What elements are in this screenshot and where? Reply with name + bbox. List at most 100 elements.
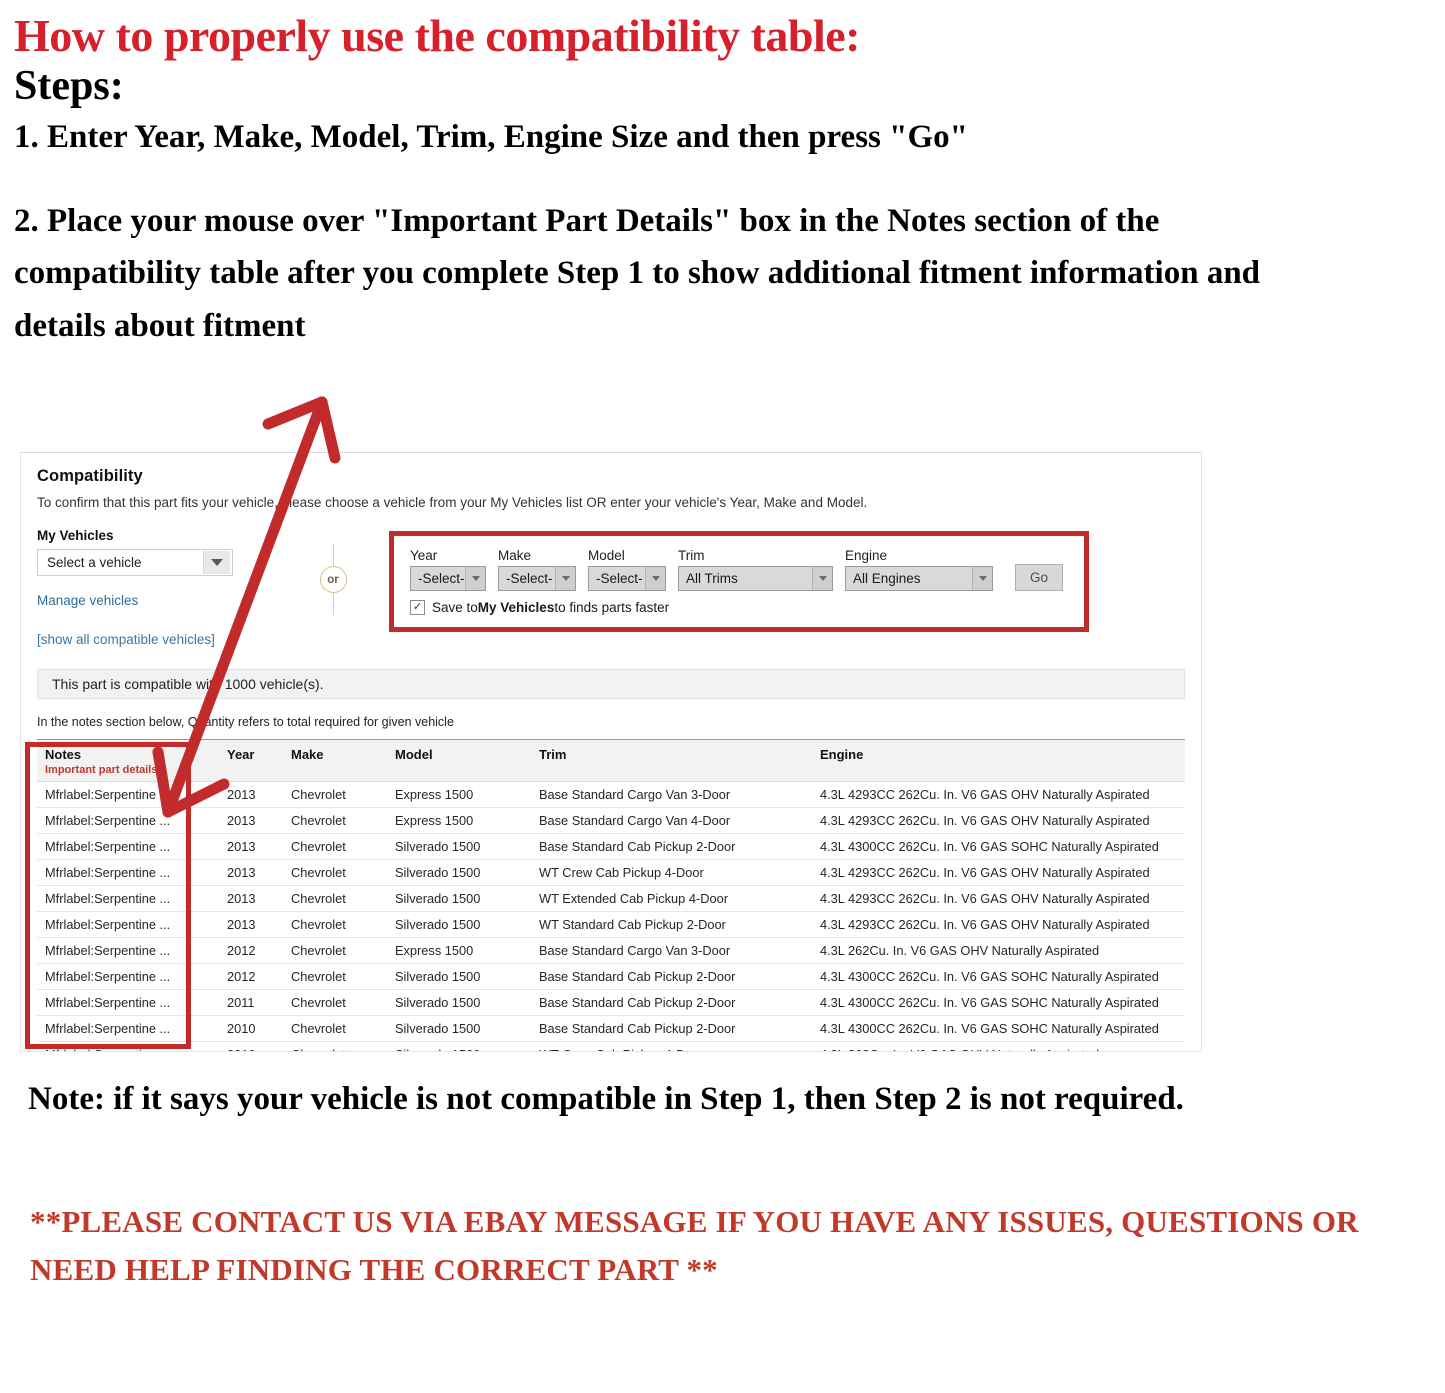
compatibility-table: Notes Important part details Year Make M…	[37, 739, 1185, 1051]
cell-model: Silverado 1500	[387, 859, 531, 886]
cell-model: Silverado 1500	[387, 963, 531, 990]
model-value: -Select-	[596, 571, 643, 586]
cell-notes: Mfrlabel:Serpentine ...	[37, 1015, 219, 1042]
cell-engine: 4.3L 4300CC 262Cu. In. V6 GAS SOHC Natur…	[812, 833, 1185, 860]
cell-notes: Mfrlabel:Serpentine ...	[37, 911, 219, 938]
cell-year: 2013	[219, 781, 283, 808]
engine-field-group: Engine All Engines	[845, 548, 993, 591]
cell-make: Chevrolet	[283, 1041, 387, 1051]
table-row[interactable]: Mfrlabel:Serpentine ... 2013 Chevrolet Expr…	[37, 781, 1185, 808]
cell-trim: Base Standard Cab Pickup 2-Door	[531, 833, 812, 860]
table-row[interactable]: Mfrlabel:Serpentine ...2010ChevroletSilv…	[37, 1041, 1185, 1051]
cell-trim: WT Standard Cab Pickup 2-Door	[531, 911, 812, 938]
cell-year: 2010	[219, 1041, 283, 1051]
table-row[interactable]: Mfrlabel:Serpentine ... 2013 Chevrolet Silv…	[37, 911, 1185, 938]
header-make: Make	[283, 739, 387, 782]
cell-engine: 4.3L 4293CC 262Cu. In. V6 GAS OHV Natura…	[812, 885, 1185, 912]
table-row[interactable]: Mfrlabel:Serpentine ... 2012 Chevrolet Silv…	[37, 963, 1185, 990]
chevron-down-icon	[645, 567, 665, 590]
table-row[interactable]: Mfrlabel:Serpentine ... 2012 Chevrolet Expr…	[37, 937, 1185, 964]
cell-engine: 4.3L 4293CC 262Cu. In. V6 GAS OHV Natura…	[812, 807, 1185, 834]
cell-engine: 4.3L 4300CC 262Cu. In. V6 GAS SOHC Natur…	[812, 989, 1185, 1016]
or-line-top	[332, 544, 334, 566]
steps-label: Steps:	[14, 63, 124, 110]
cell-trim: Base Standard Cab Pickup 2-Door	[531, 1015, 812, 1042]
cell-model: Silverado 1500	[387, 1015, 531, 1042]
engine-value: All Engines	[853, 571, 921, 586]
chevron-down-icon	[555, 567, 575, 590]
model-select[interactable]: -Select-	[588, 566, 666, 591]
cell-notes: Mfrlabel:Serpentine ...	[37, 807, 219, 834]
select-a-vehicle-value: Select a vehicle	[47, 555, 142, 570]
table-row[interactable]: Mfrlabel:Serpentine ... 2011 Chevrolet Silv…	[37, 989, 1185, 1016]
cell-notes: Mfrlabel:Serpentine ...	[37, 937, 219, 964]
make-field-group: Make -Select-	[498, 548, 576, 591]
table-row[interactable]: Mfrlabel:Serpentine ... 2013 Chevrolet Silv…	[37, 885, 1185, 912]
trim-select[interactable]: All Trims	[678, 566, 833, 591]
cell-make: Chevrolet	[283, 833, 387, 860]
table-bottom-mask	[21, 1054, 1201, 1074]
instructions-block: How to properly use the compatibility ta…	[0, 0, 1445, 352]
year-label: Year	[410, 548, 438, 563]
cell-trim: WT Crew Cab Pickup 4-Door	[531, 859, 812, 886]
cell-engine: 4.3L 262Cu. In. V6 GAS OHV Naturally Asp…	[812, 1041, 1185, 1051]
cell-year: 2013	[219, 833, 283, 860]
cell-make: Chevrolet	[283, 885, 387, 912]
contact-text: **PLEASE CONTACT US VIA EBAY MESSAGE IF …	[30, 1204, 1359, 1288]
cell-engine: 4.3L 4293CC 262Cu. In. V6 GAS OHV Natura…	[812, 911, 1185, 938]
cell-year: 2010	[219, 1015, 283, 1042]
cell-model: Express 1500	[387, 807, 531, 834]
go-button[interactable]: Go	[1015, 564, 1063, 591]
cell-year: 2012	[219, 937, 283, 964]
manage-vehicles-link[interactable]: Manage vehicles	[37, 593, 277, 608]
cell-make: Chevrolet	[283, 963, 387, 990]
show-all-compatible-vehicles-link[interactable]: [show all compatible vehicles]	[37, 632, 277, 647]
table-row[interactable]: Mfrlabel:Serpentine ...2010ChevroletSilv…	[37, 1015, 1185, 1042]
cell-trim: Base Standard Cargo Van 3-Door	[531, 937, 812, 964]
cell-engine: 4.3L 4300CC 262Cu. In. V6 GAS SOHC Natur…	[812, 963, 1185, 990]
cell-make: Chevrolet	[283, 781, 387, 808]
year-field-group: Year -Select-	[410, 548, 486, 591]
cell-model: Silverado 1500	[387, 989, 531, 1016]
header-notes-sublabel: Important part details	[45, 764, 158, 776]
cell-engine: 4.3L 4300CC 262Cu. In. V6 GAS SOHC Natur…	[812, 1015, 1185, 1042]
cell-trim: WT Extended Cab Pickup 4-Door	[531, 885, 812, 912]
cell-year: 2013	[219, 911, 283, 938]
table-header-row: Notes Important part details Year Make M…	[37, 739, 1185, 782]
trim-field-group: Trim All Trims	[678, 548, 833, 591]
header-engine: Engine	[812, 739, 1185, 782]
header-notes-label: Notes	[45, 747, 82, 762]
header-notes: Notes Important part details	[37, 739, 219, 782]
step-1-text: 1. Enter Year, Make, Model, Trim, Engine…	[14, 118, 968, 155]
cell-notes: Mfrlabel:Serpentine ...	[37, 963, 219, 990]
cell-model: Silverado 1500	[387, 1041, 531, 1051]
my-vehicles-column: My Vehicles Select a vehicle Manage vehi…	[37, 528, 277, 647]
table-row[interactable]: Mfrlabel:Serpentine ... 2013 Chevrolet Expr…	[37, 807, 1185, 834]
engine-select[interactable]: All Engines	[845, 566, 993, 591]
cell-model: Express 1500	[387, 937, 531, 964]
cell-engine: 4.3L 4293CC 262Cu. In. V6 GAS OHV Natura…	[812, 781, 1185, 808]
cell-trim: Base Standard Cargo Van 3-Door	[531, 781, 812, 808]
year-select[interactable]: -Select-	[410, 566, 486, 591]
make-select[interactable]: -Select-	[498, 566, 576, 591]
header-year: Year	[219, 739, 283, 782]
note-text: Note: if it says your vehicle is not com…	[28, 1081, 1184, 1117]
select-a-vehicle-dropdown[interactable]: Select a vehicle	[37, 549, 233, 576]
save-checkbox[interactable]: ✓	[410, 600, 425, 615]
cell-make: Chevrolet	[283, 1015, 387, 1042]
save-suffix-label: to finds parts faster	[554, 600, 670, 615]
vehicle-finder-box: Year -Select- Make -Select- Model -Selec…	[389, 531, 1089, 632]
cell-notes: Mfrlabel:Serpentine ...	[37, 833, 219, 860]
year-value: -Select-	[418, 571, 465, 586]
table-row[interactable]: Mfrlabel:Serpentine ... 2013 Chevrolet Silv…	[37, 833, 1185, 860]
save-to-my-vehicles-row[interactable]: ✓ Save to My Vehicles to finds parts fas…	[410, 600, 1070, 615]
save-bold-label: My Vehicles	[477, 600, 555, 615]
chevron-down-icon	[972, 567, 992, 590]
chevron-down-icon	[203, 551, 230, 574]
cell-make: Chevrolet	[283, 859, 387, 886]
table-row[interactable]: Mfrlabel:Serpentine ... 2013 Chevrolet Silv…	[37, 859, 1185, 886]
model-label: Model	[588, 548, 625, 563]
cell-model: Silverado 1500	[387, 833, 531, 860]
cell-engine: 4.3L 262Cu. In. V6 GAS OHV Naturally Asp…	[812, 937, 1185, 964]
cell-model: Silverado 1500	[387, 885, 531, 912]
